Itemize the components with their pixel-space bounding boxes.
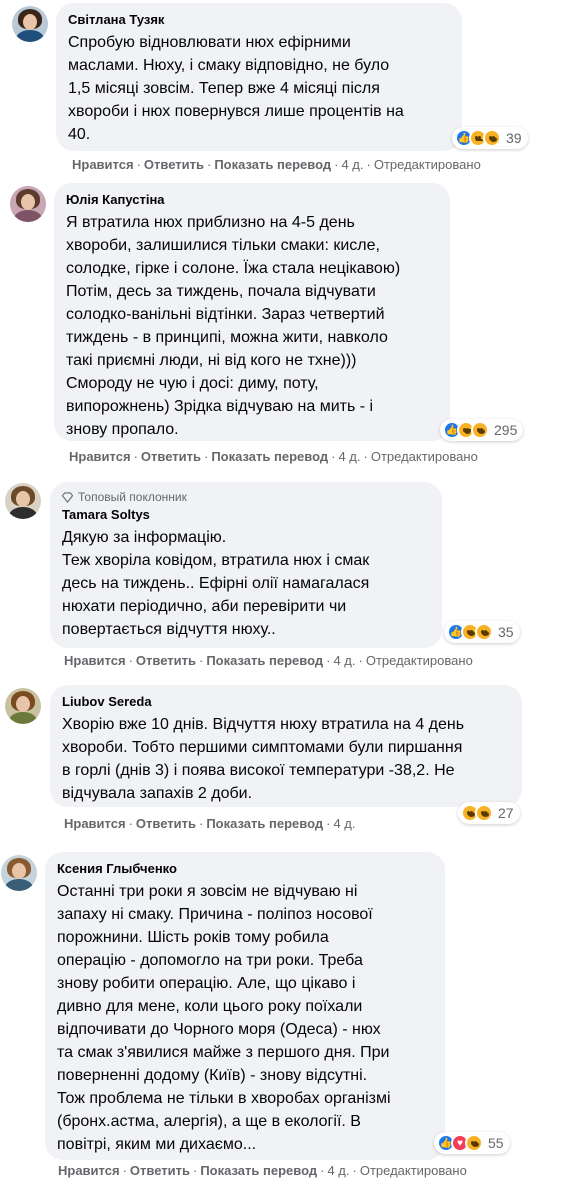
comment-actions: Нравится · Ответить · Показать перевод · 4 д. ·… bbox=[72, 157, 481, 172]
comment-text: Спробую відновлювати нюх ефірними маслам… bbox=[68, 34, 404, 143]
comment-bubble: Світлана Тузяк Спробую відновлювати нюх … bbox=[56, 3, 462, 151]
comment-bubble: Юлія Капустіна Я втратила нюх приблизно … bbox=[54, 183, 450, 441]
wow-reaction-icon bbox=[483, 129, 501, 147]
reaction-summary[interactable]: 27 bbox=[458, 802, 520, 824]
translate-button[interactable]: Показать перевод bbox=[211, 449, 328, 464]
timestamp[interactable]: 4 д. bbox=[333, 816, 355, 831]
avatar[interactable] bbox=[1, 855, 37, 891]
comment-text: Останні три роки я зовсім не відчуваю ні… bbox=[57, 883, 391, 1153]
top-fan-badge: Топовый поклонник bbox=[62, 490, 430, 504]
care-reaction-icon bbox=[475, 623, 493, 641]
reaction-count: 27 bbox=[498, 805, 514, 821]
like-button[interactable]: Нравится bbox=[58, 1163, 120, 1178]
comment-author[interactable]: Tamara Soltys bbox=[62, 506, 430, 524]
reply-button[interactable]: Ответить bbox=[136, 816, 196, 831]
reaction-count: 55 bbox=[488, 1135, 504, 1151]
timestamp[interactable]: 4 д. bbox=[327, 1163, 349, 1178]
timestamp[interactable]: 4 д. bbox=[338, 449, 360, 464]
comment-text: Я втратила нюх приблизно на 4-5 день хво… bbox=[66, 214, 401, 438]
wow-reaction-icon bbox=[465, 1134, 483, 1152]
reaction-count: 39 bbox=[506, 130, 522, 146]
like-button[interactable]: Нравится bbox=[69, 449, 131, 464]
avatar[interactable] bbox=[5, 688, 41, 724]
edited-label: Отредактировано bbox=[370, 449, 478, 464]
comment-actions: Нравится · Ответить · Показать перевод · 4 д. ·… bbox=[69, 449, 478, 464]
avatar[interactable] bbox=[5, 483, 41, 519]
comment-actions: Нравится · Ответить · Показать перевод · 4 д. ·… bbox=[64, 653, 473, 668]
comment-bubble: Liubov Sereda Хворію вже 10 днів. Відчут… bbox=[50, 685, 522, 807]
reaction-summary[interactable]: 👍 295 bbox=[440, 419, 524, 441]
reply-button[interactable]: Ответить bbox=[141, 449, 201, 464]
reaction-summary[interactable]: 👍 ♥ 55 bbox=[434, 1132, 510, 1154]
reply-button[interactable]: Ответить bbox=[136, 653, 196, 668]
edited-label: Отредактировано bbox=[373, 157, 481, 172]
like-button[interactable]: Нравится bbox=[64, 816, 126, 831]
comment-text: Дякую за інформацію. Теж хворіла ковідом… bbox=[62, 529, 370, 638]
avatar[interactable] bbox=[10, 186, 46, 222]
translate-button[interactable]: Показать перевод bbox=[206, 816, 323, 831]
reaction-summary[interactable]: 👍 35 bbox=[444, 621, 520, 643]
like-button[interactable]: Нравится bbox=[72, 157, 134, 172]
reply-button[interactable]: Ответить bbox=[144, 157, 204, 172]
timestamp[interactable]: 4 д. bbox=[341, 157, 363, 172]
like-button[interactable]: Нравится bbox=[64, 653, 126, 668]
badge-label: Топовый поклонник bbox=[78, 490, 187, 504]
reply-button[interactable]: Ответить bbox=[130, 1163, 190, 1178]
comment-actions: Нравится · Ответить · Показать перевод · 4 д. ·… bbox=[58, 1163, 467, 1178]
avatar[interactable] bbox=[12, 6, 48, 42]
comment-author[interactable]: Юлія Капустіна bbox=[66, 191, 438, 209]
edited-label: Отредактировано bbox=[365, 653, 473, 668]
comment-text: Хворію вже 10 днів. Відчуття нюху втрати… bbox=[62, 716, 465, 802]
reaction-count: 35 bbox=[498, 624, 514, 640]
timestamp[interactable]: 4 д. bbox=[333, 653, 355, 668]
translate-button[interactable]: Показать перевод bbox=[200, 1163, 317, 1178]
comment-author[interactable]: Світлана Тузяк bbox=[68, 11, 450, 29]
translate-button[interactable]: Показать перевод bbox=[206, 653, 323, 668]
comment-author[interactable]: Ксения Глыбченко bbox=[57, 860, 433, 878]
diamond-icon bbox=[62, 491, 73, 503]
reaction-summary[interactable]: 👍 39 bbox=[452, 127, 528, 149]
comment-bubble: Ксения Глыбченко Останні три роки я зовс… bbox=[45, 852, 445, 1160]
edited-label: Отредактировано bbox=[359, 1163, 467, 1178]
wow-reaction-icon bbox=[475, 804, 493, 822]
comment-actions: Нравится · Ответить · Показать перевод · 4 д. bbox=[64, 816, 356, 831]
wow-reaction-icon bbox=[471, 421, 489, 439]
reaction-count: 295 bbox=[494, 422, 518, 438]
comment-author[interactable]: Liubov Sereda bbox=[62, 693, 510, 711]
translate-button[interactable]: Показать перевод bbox=[214, 157, 331, 172]
comment-bubble: Топовый поклонник Tamara Soltys Дякую за… bbox=[50, 482, 442, 648]
